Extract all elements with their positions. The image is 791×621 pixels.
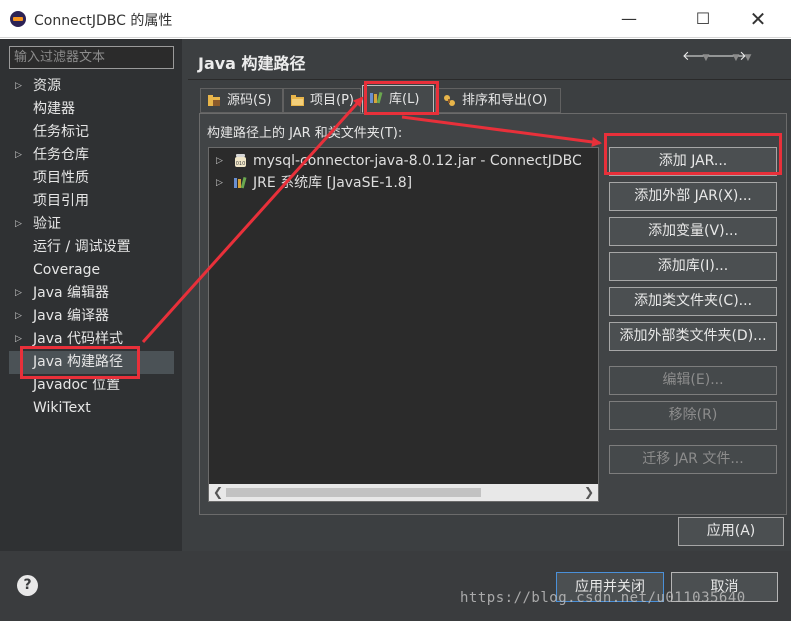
annotation-arrow-to-tab	[141, 96, 364, 344]
annotation-arrow-to-add-jar	[401, 115, 602, 147]
annotation-arrows	[141, 96, 602, 344]
